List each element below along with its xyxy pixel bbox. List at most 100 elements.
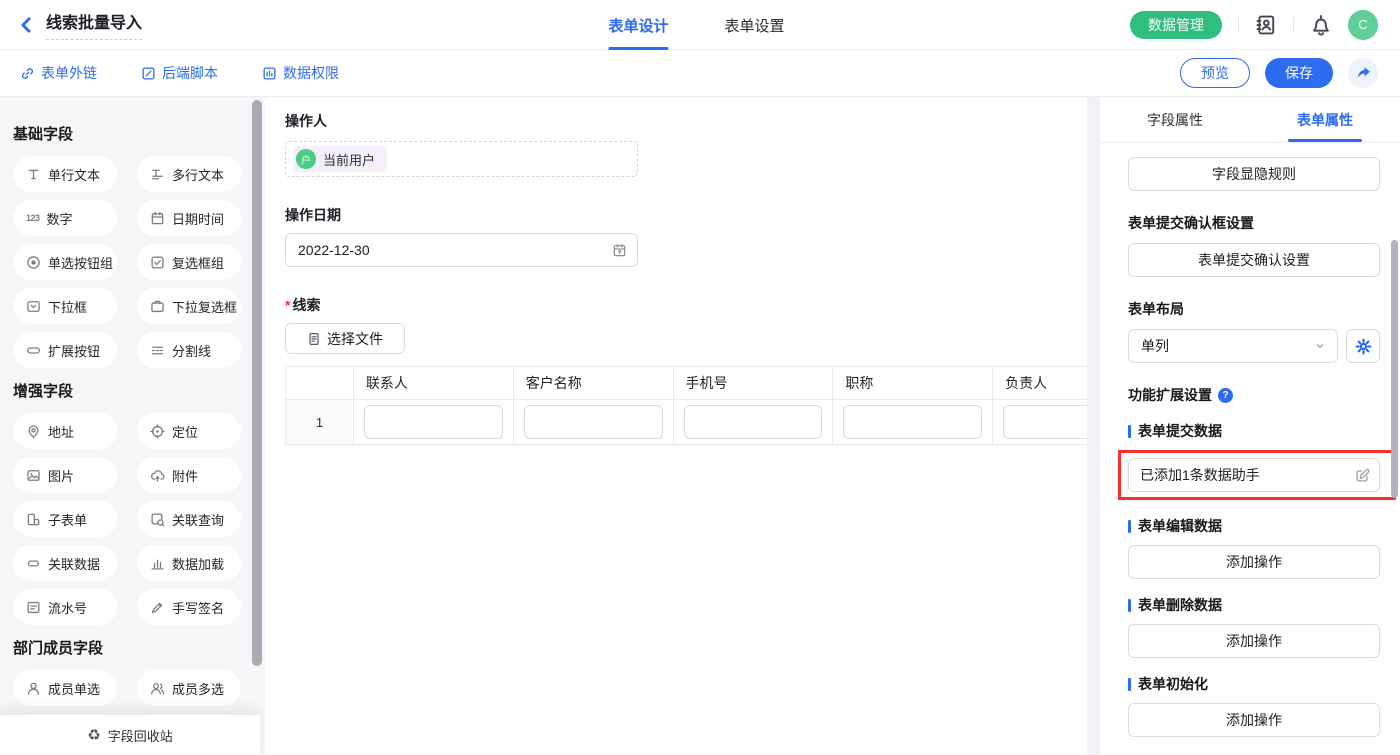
- clue-table: 联系人客户名称手机号职称负责人1: [285, 366, 1087, 445]
- data-manage-button[interactable]: 数据管理: [1130, 11, 1222, 39]
- ext-section-title-表单初始化: 表单初始化: [1128, 674, 1380, 694]
- field-item-下拉复选框[interactable]: 下拉复选框: [137, 288, 241, 324]
- pin-icon: [26, 424, 41, 439]
- field-item-label: 地址: [48, 422, 74, 441]
- clue-table-wrap: 联系人客户名称手机号职称负责人1: [285, 366, 1087, 445]
- preview-button[interactable]: 预览: [1180, 58, 1250, 88]
- table-cell-input[interactable]: [364, 405, 503, 439]
- field-item-label: 流水号: [48, 598, 87, 617]
- field-item-分割线[interactable]: 分割线: [137, 332, 241, 368]
- field-item-数据加载[interactable]: 数据加载: [137, 545, 241, 581]
- field-item-成员单选[interactable]: 成员单选: [13, 670, 117, 706]
- field-visibility-rules-button[interactable]: 字段显隐规则: [1128, 157, 1380, 191]
- header-tab-表单设置[interactable]: 表单设置: [724, 0, 784, 50]
- field-item-label: 定位: [172, 422, 198, 441]
- field-item-下拉框[interactable]: 下拉框: [13, 288, 117, 324]
- field-sidebar: 基础字段单行文本多行文本123数字日期时间单选按钮组复选框组下拉框下拉复选框扩展…: [0, 97, 265, 755]
- toolbar-link-表单外链[interactable]: 表单外链: [20, 63, 97, 83]
- form-layout-row: 单列: [1128, 329, 1380, 363]
- layout-settings-button[interactable]: [1346, 329, 1380, 363]
- user-avatar[interactable]: C: [1348, 10, 1378, 40]
- serial-icon: [26, 600, 41, 615]
- field-item-label: 数字: [47, 209, 73, 228]
- field-item-定位[interactable]: 定位: [137, 413, 241, 449]
- field-item-多行文本[interactable]: 多行文本: [137, 156, 241, 192]
- field-item-附件[interactable]: 附件: [137, 457, 241, 493]
- field-item-label: 数据加载: [172, 554, 224, 573]
- table-cell-input[interactable]: [684, 405, 823, 439]
- field-item-子表单[interactable]: 子表单: [13, 501, 117, 537]
- ext-section-title-表单编辑数据: 表单编辑数据: [1128, 516, 1380, 536]
- date-field-input[interactable]: 2022-12-30: [285, 233, 638, 267]
- field-item-关联查询[interactable]: 关联查询: [137, 501, 241, 537]
- image-icon: [26, 468, 41, 483]
- textarea-icon: [150, 167, 165, 182]
- form-layout-title: 表单布局: [1128, 299, 1380, 319]
- field-item-流水号[interactable]: 流水号: [13, 589, 117, 625]
- toolbar-link-后端脚本[interactable]: 后端脚本: [141, 63, 218, 83]
- back-button[interactable]: [16, 15, 36, 35]
- field-item-手写签名[interactable]: 手写签名: [137, 589, 241, 625]
- field-item-成员多选[interactable]: 成员多选: [137, 670, 241, 706]
- field-item-单行文本[interactable]: 单行文本: [13, 156, 117, 192]
- field-item-日期时间[interactable]: 日期时间: [137, 200, 241, 236]
- sidebar-scrollbar[interactable]: [252, 100, 262, 666]
- field-item-label: 下拉框: [48, 297, 87, 316]
- field-item-图片[interactable]: 图片: [13, 457, 117, 493]
- table-cell-input[interactable]: [843, 405, 982, 439]
- divider-icon: [150, 343, 165, 358]
- table-cell-input[interactable]: [1003, 405, 1087, 439]
- clue-field-label: * 线索: [285, 295, 1087, 315]
- multiselect-icon: [150, 299, 165, 314]
- address-book-icon[interactable]: [1255, 14, 1277, 36]
- layout-select-value: 单列: [1141, 336, 1169, 356]
- form-toolbar: 表单外链 后端脚本 数据权限 预览 保存: [0, 50, 1400, 97]
- operator-field[interactable]: 户 当前用户: [285, 141, 638, 177]
- header-tab-表单设计[interactable]: 表单设计: [608, 0, 668, 50]
- table-col-header-职称: 职称: [833, 367, 993, 400]
- field-item-label: 日期时间: [172, 209, 224, 228]
- add-action-button-表单编辑数据[interactable]: 添加操作: [1128, 545, 1380, 579]
- sidebar-group-grid: 地址 定位图片 附件子表单关联查询关联数据 数据加载流水号 手写签名: [13, 413, 265, 625]
- field-recycle-button[interactable]: ♻ 字段回收站: [0, 715, 260, 755]
- date-field-label: 操作日期: [285, 205, 1087, 225]
- share-button[interactable]: [1348, 58, 1378, 88]
- field-item-复选框组[interactable]: 复选框组: [137, 244, 241, 280]
- panel-tab-字段属性[interactable]: 字段属性: [1100, 97, 1250, 142]
- panel-tab-表单属性[interactable]: 表单属性: [1250, 97, 1400, 142]
- toolbar-link-数据权限[interactable]: 数据权限: [262, 63, 339, 83]
- page-title[interactable]: 线索批量导入: [46, 15, 142, 40]
- field-item-label: 成员多选: [172, 679, 224, 698]
- layout-select[interactable]: 单列: [1128, 329, 1338, 363]
- field-item-label: 多行文本: [172, 165, 224, 184]
- relation-data-icon: [26, 556, 41, 571]
- toolbar-link-label: 表单外链: [41, 63, 97, 83]
- edit-icon[interactable]: [1355, 468, 1370, 483]
- field-item-扩展按钮[interactable]: 扩展按钮: [13, 332, 117, 368]
- notification-bell-icon[interactable]: [1310, 14, 1332, 36]
- field-item-数字[interactable]: 123 数字: [13, 200, 117, 236]
- field-item-label: 分割线: [172, 341, 211, 360]
- add-action-button-表单删除数据[interactable]: 添加操作: [1128, 624, 1380, 658]
- choose-file-button[interactable]: 选择文件: [285, 323, 405, 354]
- operator-field-label: 操作人: [285, 111, 1087, 131]
- save-button[interactable]: 保存: [1265, 58, 1333, 88]
- field-item-关联数据[interactable]: 关联数据: [13, 545, 117, 581]
- data-assistant-added-box[interactable]: 已添加1条数据助手: [1128, 458, 1380, 492]
- field-item-label: 附件: [172, 466, 198, 485]
- toggle-icon: [26, 343, 41, 358]
- data-assistant-added-text: 已添加1条数据助手: [1140, 465, 1260, 485]
- table-cell-input[interactable]: [524, 405, 663, 439]
- extension-settings-title: 功能扩展设置 ?: [1128, 385, 1380, 405]
- header-right: 数据管理 C: [1130, 10, 1400, 40]
- field-item-单选按钮组[interactable]: 单选按钮组: [13, 244, 117, 280]
- table-row: 1: [286, 400, 1088, 445]
- share-icon: [1355, 65, 1371, 81]
- submit-confirm-settings-button[interactable]: 表单提交确认设置: [1128, 243, 1380, 277]
- number-icon: 123: [26, 213, 40, 223]
- calendar-icon: [150, 211, 165, 226]
- help-question-icon[interactable]: ?: [1218, 388, 1233, 403]
- panel-scrollbar[interactable]: [1391, 240, 1398, 498]
- add-action-button-表单初始化[interactable]: 添加操作: [1128, 703, 1380, 737]
- field-item-地址[interactable]: 地址: [13, 413, 117, 449]
